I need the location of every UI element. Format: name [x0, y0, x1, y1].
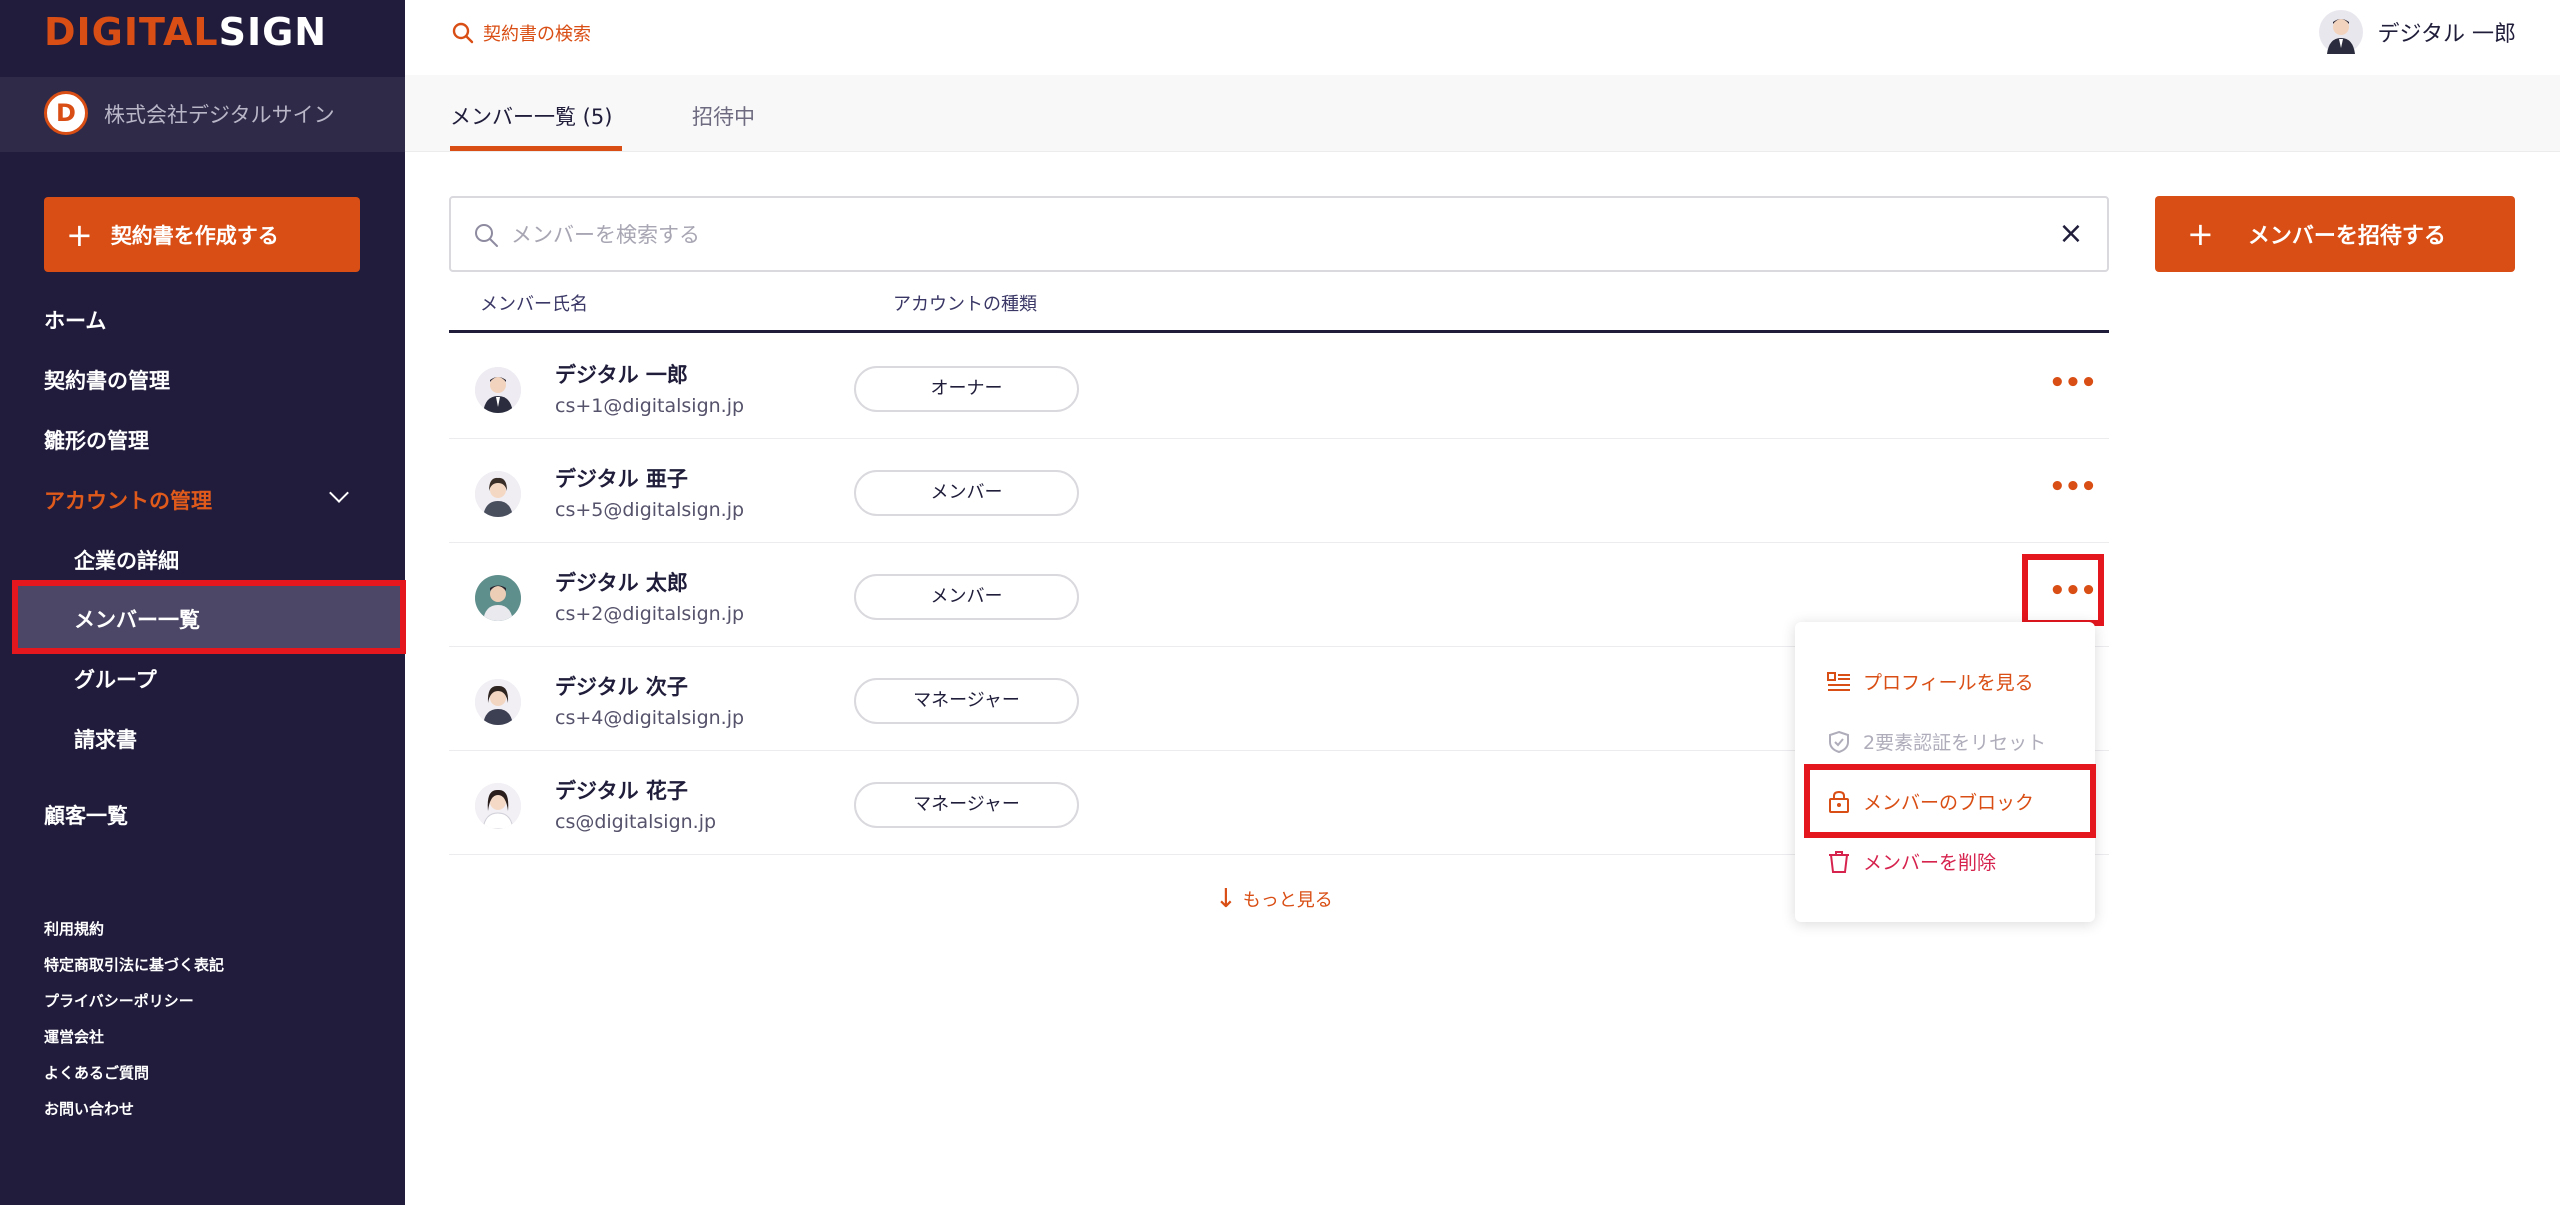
table-row: デジタル 亜子 cs+5@digitalsign.jp メンバー ••• — [449, 439, 2109, 543]
nav-contracts[interactable]: 契約書の管理 — [44, 365, 170, 395]
footer-contact-link[interactable]: お問い合わせ — [44, 1098, 134, 1119]
menu-item-delete-member[interactable]: メンバーを削除 — [1827, 848, 1996, 875]
tab-invited[interactable]: 招待中 — [692, 101, 755, 131]
member-name: デジタル 一郎 — [555, 363, 688, 387]
arrow-down-icon: ↓ — [1215, 884, 1237, 914]
nav-templates[interactable]: 雛形の管理 — [44, 425, 149, 455]
role-badge: メンバー — [854, 574, 1079, 620]
role-badge: オーナー — [854, 366, 1079, 412]
invite-member-button[interactable]: + メンバーを招待する — [2155, 196, 2515, 272]
sidebar: DIGITALSIGN D 株式会社デジタルサイン + 契約書を作成する ホーム… — [0, 0, 406, 1205]
top-bar: 契約書の検索 デジタル 一郎 — [405, 0, 2560, 75]
member-email: cs+2@digitalsign.jp — [555, 603, 745, 625]
avatar — [475, 783, 521, 829]
role-badge: メンバー — [854, 470, 1079, 516]
avatar — [475, 471, 521, 517]
member-search-box: × — [449, 196, 2109, 272]
footer-commerce-law-link[interactable]: 特定商取引法に基づく表記 — [44, 954, 224, 975]
app-logo[interactable]: DIGITALSIGN — [44, 12, 327, 52]
avatar — [2319, 10, 2364, 54]
nav-groups[interactable]: グループ — [74, 664, 157, 694]
company-switcher[interactable]: D 株式会社デジタルサイン — [0, 77, 405, 152]
footer-terms-link[interactable]: 利用規約 — [44, 918, 104, 939]
member-name: デジタル 亜子 — [555, 467, 688, 491]
plus-icon: + — [66, 215, 93, 254]
company-name: 株式会社デジタルサイン — [104, 103, 335, 127]
more-options-icon[interactable]: ••• — [2049, 370, 2097, 403]
member-email: cs+1@digitalsign.jp — [555, 395, 745, 417]
highlight-box-options — [2022, 554, 2104, 626]
avatar — [475, 679, 521, 725]
footer-privacy-link[interactable]: プライバシーポリシー — [44, 990, 194, 1011]
avatar — [475, 367, 521, 413]
more-options-icon[interactable]: ••• — [2049, 474, 2097, 507]
member-email: cs+4@digitalsign.jp — [555, 707, 745, 729]
footer-company-link[interactable]: 運営会社 — [44, 1026, 104, 1047]
search-icon — [452, 22, 474, 44]
member-name: デジタル 次子 — [555, 675, 688, 699]
user-name: デジタル 一郎 — [2377, 22, 2516, 47]
member-name: デジタル 太郎 — [555, 571, 688, 595]
nav-company-details[interactable]: 企業の詳細 — [74, 545, 179, 575]
tab-member-list[interactable]: メンバー一覧 (5) — [450, 101, 612, 131]
highlight-box-nav — [12, 580, 406, 654]
footer-faq-link[interactable]: よくあるご質問 — [44, 1062, 149, 1083]
chevron-down-icon[interactable] — [329, 483, 349, 503]
company-logo-icon: D — [44, 91, 88, 135]
create-contract-button[interactable]: + 契約書を作成する — [44, 197, 360, 272]
nav-customers[interactable]: 顧客一覧 — [44, 800, 128, 830]
table-row: デジタル 一郎 cs+1@digitalsign.jp オーナー ••• — [449, 335, 2109, 439]
trash-icon — [1829, 850, 1849, 873]
active-tab-indicator — [450, 146, 622, 151]
highlight-box-block-member — [1804, 764, 2096, 838]
column-header-name: メンバー氏名 — [480, 294, 588, 315]
column-header-account-type: アカウントの種類 — [893, 294, 1037, 315]
search-icon — [475, 224, 498, 247]
shield-icon — [1829, 730, 1849, 753]
contract-search-link[interactable]: 契約書の検索 — [451, 20, 591, 46]
table-header-divider — [449, 330, 2109, 333]
profile-list-icon — [1827, 671, 1850, 691]
tabs-bar: メンバー一覧 (5) 招待中 — [405, 75, 2560, 152]
menu-item-reset-2fa[interactable]: 2要素認証をリセット — [1827, 728, 2046, 755]
avatar — [475, 575, 521, 621]
nav-home[interactable]: ホーム — [44, 305, 106, 335]
member-name: デジタル 花子 — [555, 779, 688, 803]
nav-account-management[interactable]: アカウントの管理 — [44, 485, 212, 515]
member-email: cs+5@digitalsign.jp — [555, 499, 745, 521]
member-search-input[interactable] — [511, 216, 2011, 254]
role-badge: マネージャー — [854, 782, 1079, 828]
member-email: cs@digitalsign.jp — [555, 811, 717, 833]
load-more-link[interactable]: ↓ もっと見る — [1215, 886, 1333, 912]
user-menu[interactable]: デジタル 一郎 — [2319, 10, 2516, 54]
plus-icon: + — [2187, 215, 2214, 253]
role-badge: マネージャー — [854, 678, 1079, 724]
clear-search-icon[interactable]: × — [2055, 218, 2087, 250]
menu-item-view-profile[interactable]: プロフィールを見る — [1827, 668, 2034, 695]
nav-invoices[interactable]: 請求書 — [74, 724, 137, 754]
